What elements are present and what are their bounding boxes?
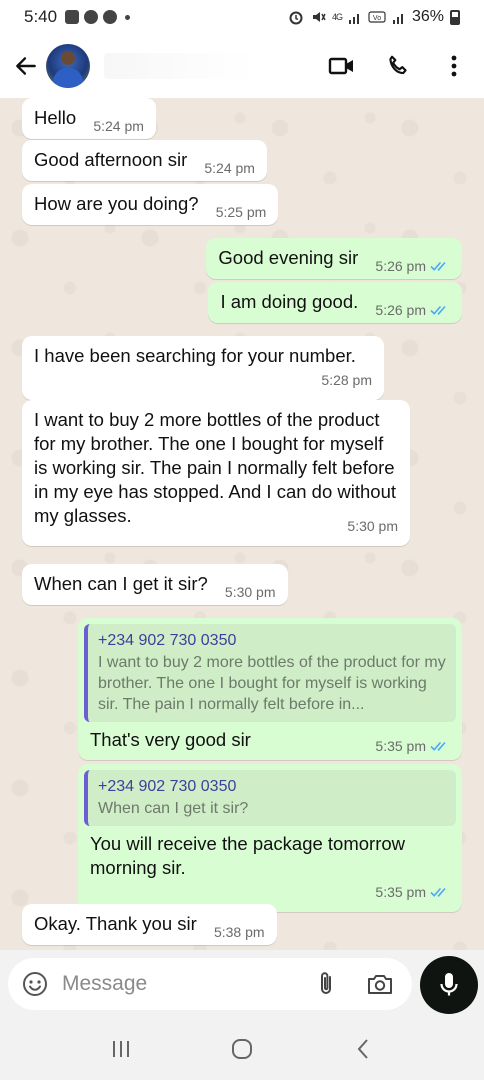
quoted-sender: +234 902 730 0350	[98, 778, 237, 795]
message-time: 5:24 pm	[93, 118, 144, 134]
quoted-message[interactable]: +234 902 730 0350 I want to buy 2 more b…	[84, 624, 456, 722]
app-notification-icon	[84, 10, 99, 24]
emoji-icon[interactable]	[18, 967, 52, 1001]
message-time: 5:35 pm	[375, 884, 426, 900]
message-bubble[interactable]: When can I get it sir? 5:30 pm	[22, 564, 288, 605]
message-time: 5:24 pm	[204, 160, 255, 176]
mute-icon	[312, 12, 326, 22]
message-bubble[interactable]: Hello 5:24 pm	[22, 98, 156, 139]
message-bubble[interactable]: Good afternoon sir 5:24 pm	[22, 140, 267, 181]
gallery-icon	[65, 10, 80, 24]
recent-apps-icon[interactable]	[99, 1027, 143, 1071]
message-text: Hello	[34, 107, 77, 128]
quoted-text: I want to buy 2 more bottles of the prod…	[98, 654, 446, 713]
read-ticks-icon	[430, 261, 446, 271]
chat-header	[0, 34, 484, 98]
mic-icon[interactable]	[420, 956, 478, 1014]
avatar[interactable]	[46, 44, 90, 88]
back-icon[interactable]	[341, 1027, 385, 1071]
video-call-icon[interactable]	[326, 50, 358, 82]
signal-icon	[392, 14, 403, 24]
svg-text:Vo: Vo	[373, 15, 381, 22]
message-bubble[interactable]: Okay. Thank you sir 5:38 pm	[22, 904, 277, 945]
message-input[interactable]	[62, 972, 292, 996]
more-dot-icon	[125, 14, 131, 20]
battery-percent: 36%	[411, 8, 444, 25]
message-text: When can I get it sir?	[34, 573, 208, 594]
message-text: How are you doing?	[34, 193, 199, 214]
more-vert-icon[interactable]	[438, 50, 470, 82]
system-nav-bar	[0, 1018, 484, 1080]
quoted-text: When can I get it sir?	[98, 800, 249, 817]
alarm-icon	[289, 11, 303, 25]
message-bubble[interactable]: Good evening sir 5:26 pm	[206, 238, 462, 279]
message-time: 5:35 pm	[375, 738, 426, 754]
back-arrow-icon[interactable]	[6, 46, 46, 86]
message-time: 5:28 pm	[321, 372, 372, 388]
read-ticks-icon	[430, 887, 446, 897]
message-bubble[interactable]: I have been searching for your number. 5…	[22, 336, 384, 400]
message-text: I want to buy 2 more bottles of the prod…	[34, 409, 397, 526]
signal-icon	[348, 14, 359, 24]
home-icon[interactable]	[220, 1027, 264, 1071]
message-time: 5:26 pm	[375, 302, 426, 318]
message-bubble[interactable]: How are you doing? 5:25 pm	[22, 184, 279, 225]
message-input-container	[8, 958, 412, 1010]
attach-icon[interactable]	[310, 968, 342, 1000]
read-ticks-icon	[430, 741, 446, 751]
quoted-sender: +234 902 730 0350	[98, 632, 237, 649]
message-bubble[interactable]: I am doing good. 5:26 pm	[208, 282, 462, 323]
message-text: I am doing good.	[220, 291, 359, 312]
volte-icon: Vo	[368, 11, 386, 23]
message-time: 5:30 pm	[224, 584, 276, 600]
chat-area[interactable]: Hello 5:24 pm Good afternoon sir 5:24 pm…	[0, 98, 484, 950]
message-time: 5:25 pm	[215, 204, 267, 220]
app-notification-icon	[103, 10, 118, 24]
message-bubble[interactable]: +234 902 730 0350 When can I get it sir?…	[78, 764, 462, 912]
camera-icon[interactable]	[364, 968, 396, 1000]
composer	[0, 950, 484, 1018]
message-bubble[interactable]: +234 902 730 0350 I want to buy 2 more b…	[78, 618, 462, 760]
message-text: Good afternoon sir	[34, 149, 188, 170]
message-text: That's very good sir	[90, 729, 251, 750]
message-time: 5:26 pm	[375, 258, 426, 274]
message-text: Okay. Thank you sir	[34, 913, 197, 934]
contact-name-redacted[interactable]	[104, 53, 254, 79]
status-bar: 5:40 4G Vo 36%	[0, 0, 484, 34]
message-text: You will receive the package tomorrow mo…	[90, 833, 406, 878]
message-time: 5:38 pm	[213, 924, 265, 940]
message-text: I have been searching for your number.	[34, 345, 356, 366]
message-bubble[interactable]: I want to buy 2 more bottles of the prod…	[22, 400, 410, 546]
battery-icon	[450, 9, 460, 25]
message-text: Good evening sir	[218, 247, 359, 268]
read-ticks-icon	[430, 305, 446, 315]
status-time: 5:40	[24, 7, 58, 26]
quoted-message[interactable]: +234 902 730 0350 When can I get it sir?	[84, 770, 456, 826]
voice-call-icon[interactable]	[382, 50, 414, 82]
network-type: 4G	[331, 11, 343, 22]
